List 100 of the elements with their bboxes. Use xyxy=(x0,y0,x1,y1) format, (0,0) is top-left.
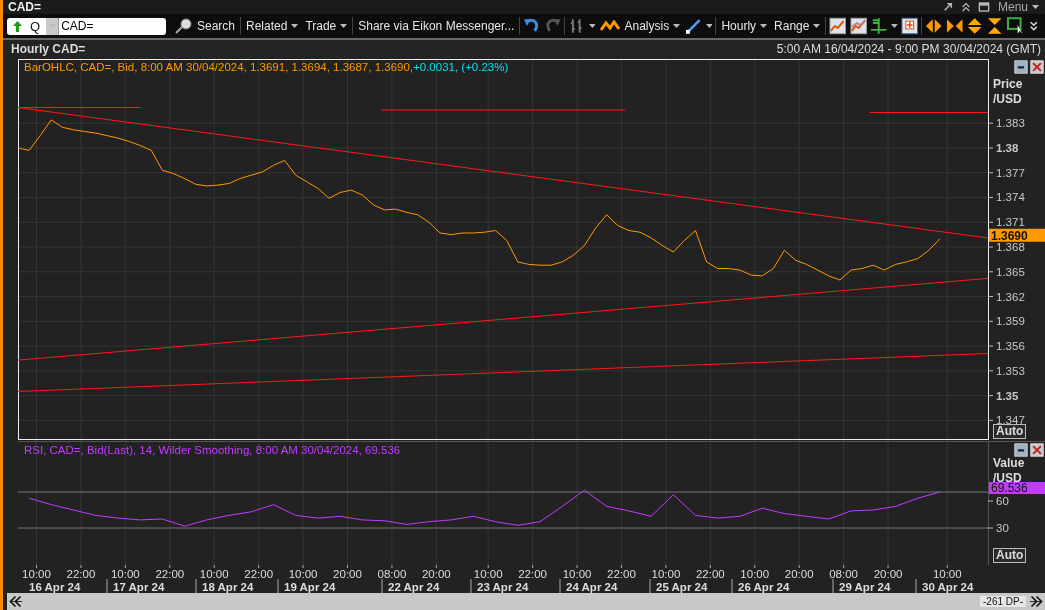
related-menu[interactable]: Related xyxy=(244,16,301,36)
data-points-label: -261 DP- xyxy=(980,596,1026,607)
axis-label: 1.368 xyxy=(996,241,1025,253)
date-label: 23 Apr 24 xyxy=(477,581,529,593)
caret-icon xyxy=(340,24,348,28)
scroll-left-icon[interactable] xyxy=(7,594,24,609)
date-label: 17 Apr 24 xyxy=(113,581,165,593)
scroll-right-icon[interactable] xyxy=(1028,594,1045,609)
time-label: 22:00 xyxy=(518,568,547,580)
axis-label: 1.362 xyxy=(996,290,1025,303)
date-label: 24 Apr 24 xyxy=(566,581,618,593)
time-label: 10:00 xyxy=(111,568,140,580)
axis-label: 1.359 xyxy=(996,315,1025,328)
restore-icon[interactable] xyxy=(1014,60,1028,74)
caret-icon xyxy=(705,24,713,28)
time-label: 22:00 xyxy=(155,568,185,580)
axis-title: Price /USD xyxy=(993,77,1024,107)
axis-label: 1.377 xyxy=(996,166,1025,179)
quote-button[interactable]: Q xyxy=(7,17,47,35)
axis-label: 30 xyxy=(996,522,1009,534)
chart-title: Hourly CAD= xyxy=(11,42,86,56)
menu-button[interactable]: Menu xyxy=(995,0,1041,14)
add-panel-icon[interactable] xyxy=(900,17,919,35)
shrink-horizontal-icon[interactable] xyxy=(945,17,963,35)
auto-scale-button[interactable]: Auto xyxy=(993,548,1027,563)
trade-menu[interactable]: Trade xyxy=(303,16,350,36)
date-label: 26 Apr 24 xyxy=(738,581,790,593)
zigzag-icon xyxy=(600,20,621,32)
time-label: 20:00 xyxy=(333,568,362,580)
crosshair-icon[interactable] xyxy=(870,17,888,35)
time-label: 10:00 xyxy=(932,568,962,580)
search-button[interactable]: Search xyxy=(173,16,238,36)
time-label: 10:00 xyxy=(562,568,592,580)
select-zoom-icon[interactable] xyxy=(1006,17,1025,35)
time-label: 22:00 xyxy=(66,568,96,580)
time-label: 20:00 xyxy=(421,568,451,580)
window-title: CAD= xyxy=(8,0,42,14)
last-value-label: 69.536 xyxy=(989,481,1045,495)
restore-icon[interactable] xyxy=(1014,443,1028,457)
legend-values: RSI, CAD=, Bid(Last), 14, Wilder Smoothing, 8:00 AM 30/04/2024, 69.536 xyxy=(24,444,401,456)
time-label: 10:00 xyxy=(473,568,503,580)
caret-icon xyxy=(813,24,821,28)
time-label: 10:00 xyxy=(288,568,318,580)
time-label: 22:00 xyxy=(607,568,636,580)
auto-scale-button[interactable]: Auto xyxy=(993,424,1027,439)
scrollbar[interactable]: -261 DP- xyxy=(7,593,1045,610)
time-label: 10:00 xyxy=(22,568,51,580)
interval-menu[interactable]: Hourly xyxy=(719,16,770,36)
date-label: 19 Apr 24 xyxy=(284,581,336,593)
shrink-vertical-icon[interactable] xyxy=(986,17,1004,35)
axis-label: 1.353 xyxy=(996,364,1025,377)
dropdown-button[interactable] xyxy=(46,17,59,35)
expand-horizontal-icon[interactable] xyxy=(925,17,943,35)
caret-icon xyxy=(588,24,596,28)
pen-icon[interactable] xyxy=(685,17,703,35)
symbol-field[interactable]: CAD= xyxy=(58,17,166,35)
time-label: 22:00 xyxy=(695,568,725,580)
time-label: 10:00 xyxy=(740,568,770,580)
line-chart-icon[interactable] xyxy=(829,17,847,35)
date-label: 16 Apr 24 xyxy=(29,581,81,593)
axis-label: 1.371 xyxy=(996,216,1025,229)
date-label: 18 Apr 24 xyxy=(202,581,254,593)
analysis-menu[interactable]: Analysis xyxy=(598,16,683,36)
caret-icon xyxy=(673,24,681,28)
caret-icon xyxy=(890,24,898,28)
time-label: 10:00 xyxy=(199,568,229,580)
axis-label: 1.365 xyxy=(996,265,1025,278)
legend-change: +0.0031, (+0.23%) xyxy=(413,61,509,73)
date-label: 29 Apr 24 xyxy=(839,581,891,593)
pop-out-icon[interactable] xyxy=(941,1,954,13)
close-icon[interactable] xyxy=(1030,60,1044,74)
legend-values: BarOHLC, CAD=, Bid, 8:00 AM 30/04/2024, 1.3691, 1.3694, 1.3687, 1.3690, xyxy=(24,61,414,73)
share-button[interactable]: Share via Eikon Messenger... xyxy=(356,16,517,36)
close-icon[interactable] xyxy=(1030,443,1044,457)
caret-icon xyxy=(291,24,299,28)
collapse-icon[interactable] xyxy=(959,1,972,13)
time-label: 10:00 xyxy=(651,568,681,580)
date-range: 5:00 AM 16/04/2024 - 9:00 PM 30/04/2024 (GMT) xyxy=(776,42,1041,56)
date-label: 30 Apr 24 xyxy=(922,581,974,593)
time-label: 08:00 xyxy=(377,568,407,580)
range-menu[interactable]: Range xyxy=(772,16,823,36)
search-icon xyxy=(175,18,193,34)
date-label: 25 Apr 24 xyxy=(656,581,708,593)
axis-label: 1.38 xyxy=(996,141,1019,154)
date-label: 22 Apr 24 xyxy=(388,581,440,593)
axis-label: 1.356 xyxy=(996,340,1025,353)
axis-label: 60 xyxy=(996,495,1009,507)
caret-icon xyxy=(1032,5,1039,9)
axis-label: 1.35 xyxy=(996,389,1019,402)
axis-label: 1.374 xyxy=(996,191,1025,204)
expand-vertical-icon[interactable] xyxy=(966,17,984,35)
compare-chart-icon[interactable] xyxy=(849,17,868,35)
time-label: 20:00 xyxy=(784,568,814,580)
caret-icon xyxy=(760,24,768,28)
time-label: 22:00 xyxy=(244,568,274,580)
axis-label: 1.347 xyxy=(996,414,1025,427)
up-arrow-icon xyxy=(13,20,22,32)
window-icon[interactable] xyxy=(977,1,990,13)
axis-label: 1.383 xyxy=(996,117,1025,130)
time-label: 20:00 xyxy=(873,568,903,580)
